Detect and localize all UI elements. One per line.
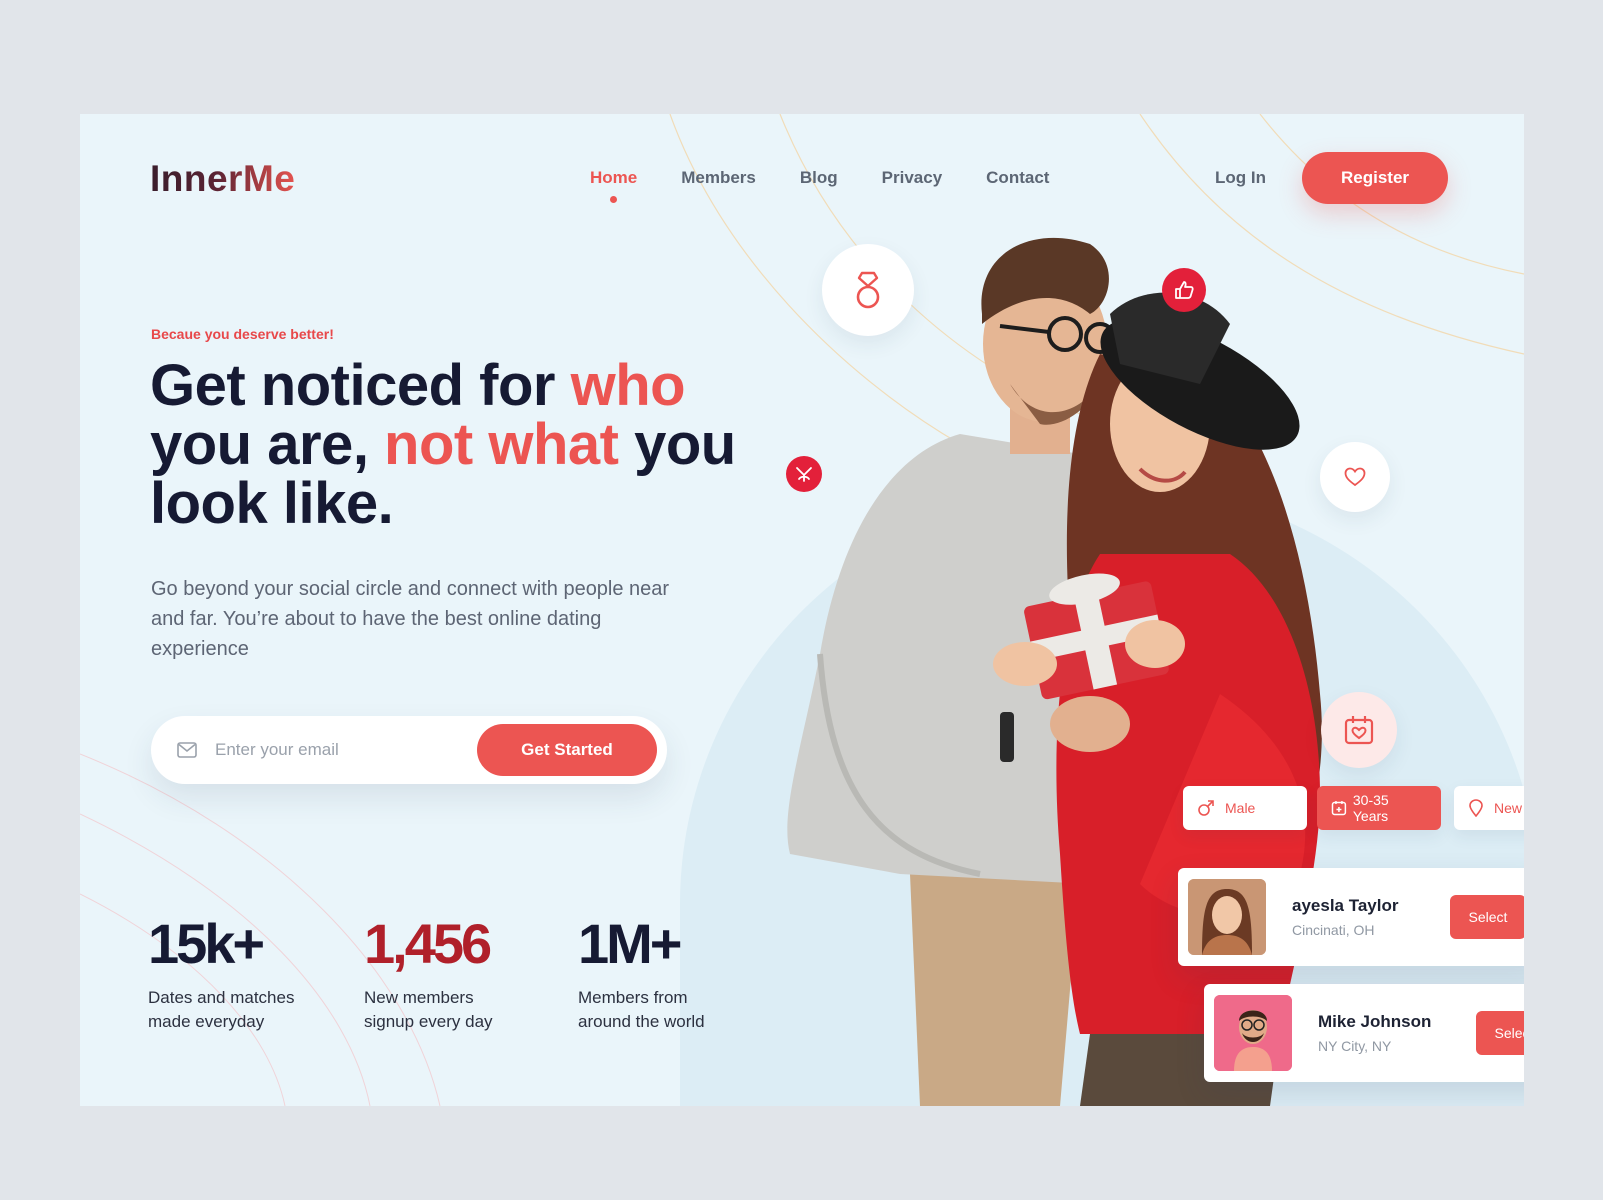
landing-page: InnerMe Home Members Blog Privacy Contac… [80, 114, 1524, 1106]
stat-dates: 15k+ Dates and matches made everyday [148, 914, 308, 1034]
select-button[interactable]: Select [1450, 895, 1524, 939]
main-nav: Home Members Blog Privacy Contact [590, 168, 1049, 203]
login-link[interactable]: Log In [1215, 168, 1266, 188]
filter-chip-location[interactable]: New York [1454, 786, 1524, 830]
avatar-image [1214, 995, 1292, 1071]
filter-chip-label: Male [1225, 800, 1256, 816]
filter-chip-label: 30-35 Years [1352, 792, 1389, 824]
stat-members-world: 1M+ Members from around the world [578, 914, 738, 1034]
location-pin-icon [1469, 799, 1483, 817]
nav-item-blog[interactable]: Blog [800, 168, 838, 188]
email-input[interactable] [215, 736, 455, 764]
stat-label: Dates and matches made everyday [148, 988, 295, 1031]
hero-headline: Get noticed for who you are, not what yo… [150, 353, 736, 536]
calendar-heart-icon [1344, 716, 1374, 745]
calendar-heart-badge[interactable] [1321, 692, 1397, 768]
cupid-icon [796, 467, 812, 482]
stat-value: 15k+ [148, 912, 265, 975]
profile-location: Cincinati, OH [1292, 922, 1375, 938]
nav-item-privacy[interactable]: Privacy [882, 168, 943, 188]
profile-card[interactable]: Mike Johnson NY City, NY Select [1204, 984, 1524, 1082]
thumbs-up-icon [1175, 281, 1194, 299]
ring-icon [856, 271, 880, 309]
stat-value: 1M+ [578, 912, 683, 975]
stat-new-members: 1,456 New members signup every day [364, 914, 524, 1034]
select-button[interactable]: Select [1476, 1011, 1524, 1055]
filter-chip-label: New York [1494, 800, 1524, 816]
filter-chip-gender[interactable]: Male [1183, 786, 1307, 830]
headline-accent-who: who [570, 353, 686, 418]
get-started-button[interactable]: Get Started [477, 724, 657, 776]
headline-accent-not-what: not what [384, 412, 619, 477]
nav-item-home[interactable]: Home [590, 168, 637, 203]
avatar [1188, 879, 1266, 955]
cupid-badge [786, 456, 822, 492]
heart-badge[interactable] [1320, 442, 1390, 512]
stat-value: 1,456 [364, 912, 492, 975]
thumbs-up-badge [1162, 268, 1206, 312]
couple-photo [787, 237, 1322, 1106]
register-button[interactable]: Register [1302, 152, 1448, 204]
profile-location: NY City, NY [1318, 1038, 1392, 1054]
stat-label: New members signup every day [364, 988, 493, 1031]
mail-icon [177, 742, 197, 758]
brand-logo[interactable]: InnerMe [150, 158, 295, 200]
nav-item-contact[interactable]: Contact [986, 168, 1049, 188]
avatar-image [1188, 879, 1266, 955]
ring-badge [822, 244, 914, 336]
hero-tagline: Becaue you deserve better! [151, 326, 334, 342]
hero-description: Go beyond your social circle and connect… [151, 578, 670, 660]
email-signup-form: Get Started [151, 716, 667, 784]
calendar-icon [1331, 801, 1347, 816]
nav-item-members[interactable]: Members [681, 168, 756, 188]
male-icon [1198, 800, 1214, 816]
profile-name: Mike Johnson [1318, 1012, 1432, 1031]
heart-icon [1344, 467, 1366, 487]
profile-name: ayesla Taylor [1292, 896, 1399, 915]
filter-chip-age[interactable]: 30-35 Years [1317, 786, 1441, 830]
profile-card[interactable]: ayesla Taylor Cincinati, OH Select [1178, 868, 1524, 966]
stat-label: Members from around the world [578, 988, 705, 1031]
avatar [1214, 995, 1292, 1071]
